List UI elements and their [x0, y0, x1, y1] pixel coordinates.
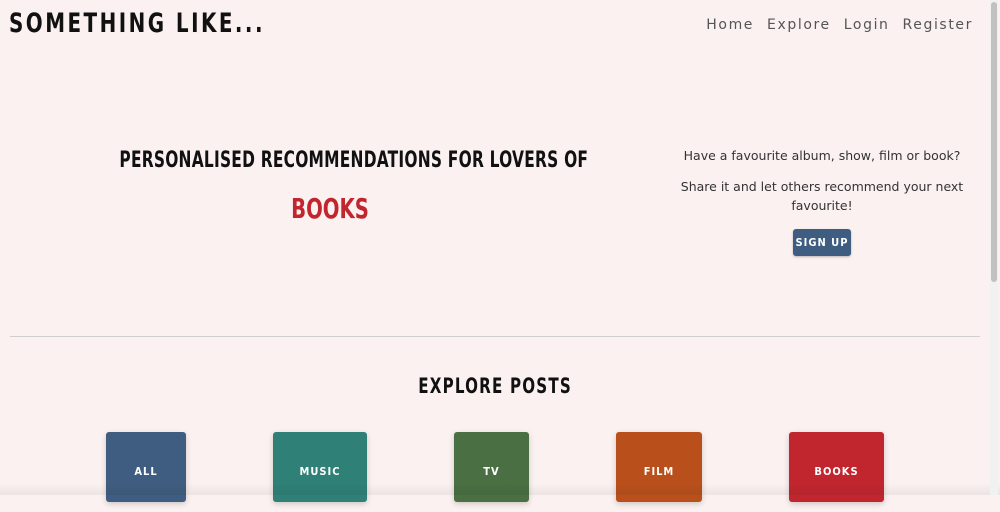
- explore-title: EXPLORE POSTS: [0, 374, 990, 398]
- category-label: MUSIC: [299, 465, 341, 478]
- hero-question: Have a favourite album, show, film or bo…: [683, 148, 961, 163]
- nav-explore-link[interactable]: Explore: [767, 17, 831, 33]
- nav-login-link[interactable]: Login: [844, 17, 890, 33]
- section-divider: [10, 336, 980, 337]
- category-tile-film[interactable]: FILM: [616, 432, 702, 502]
- hero-highlight-word: BOOKS: [291, 192, 369, 225]
- category-label: BOOKS: [814, 465, 859, 478]
- category-tile-music[interactable]: MUSIC: [273, 432, 367, 502]
- hero-signup-section: Have a favourite album, show, film or bo…: [662, 146, 982, 256]
- nav-home-link[interactable]: Home: [706, 17, 754, 33]
- hero-title: PERSONALISED RECOMMENDATIONS FOR LOVERS …: [119, 148, 589, 173]
- hero-heading-section: PERSONALISED RECOMMENDATIONS FOR LOVERS …: [60, 148, 600, 225]
- category-label: FILM: [643, 465, 675, 478]
- category-tile-tv[interactable]: TV: [454, 432, 529, 502]
- main-nav: Home Explore Login Register: [706, 17, 973, 33]
- sign-up-button[interactable]: SIGN UP: [793, 229, 851, 256]
- category-label: ALL: [134, 465, 158, 478]
- vertical-scrollbar[interactable]: [990, 0, 998, 495]
- category-label: TV: [483, 465, 500, 478]
- scrollbar-thumb[interactable]: [991, 2, 997, 282]
- nav-register-link[interactable]: Register: [903, 17, 973, 33]
- category-tile-all[interactable]: ALL: [106, 432, 186, 502]
- category-tile-books[interactable]: BOOKS: [789, 432, 884, 502]
- explore-title-text: EXPLORE POSTS: [418, 374, 572, 398]
- site-logo[interactable]: SOMETHING LIKE...: [9, 8, 265, 39]
- hero-subtext: Share it and let others recommend your n…: [680, 179, 964, 213]
